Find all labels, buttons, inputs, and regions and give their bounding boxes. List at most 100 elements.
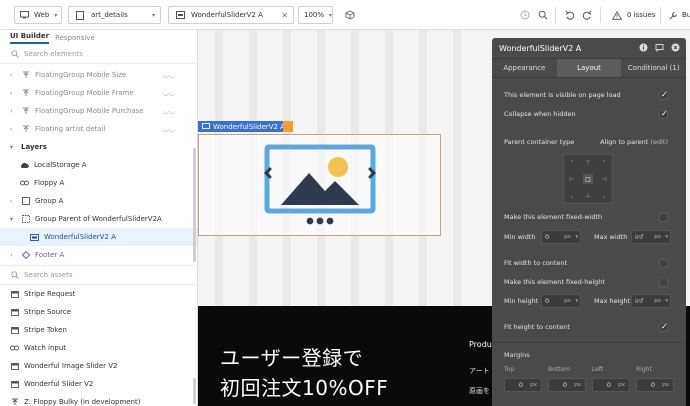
tab-conditional[interactable]: Conditional (1): [621, 59, 686, 77]
page-select[interactable]: art_details ▾: [68, 6, 161, 24]
assets-scrollbar[interactable]: [193, 378, 196, 404]
undo-icon[interactable]: [564, 9, 576, 21]
tree-item[interactable]: › Floating artist detail ◡◡: [0, 120, 197, 138]
asset-label: Stripe Request: [24, 290, 76, 298]
max-width-input[interactable]: inf px ▾: [631, 230, 671, 244]
max-height-input[interactable]: inf px ▾: [631, 294, 671, 308]
property-editor-header[interactable]: WonderfulSliderV2 A: [492, 38, 686, 58]
redo-icon[interactable]: [581, 9, 593, 21]
link-icon: [20, 179, 29, 188]
parent-container-value[interactable]: Align to parent (edit): [600, 138, 668, 146]
tree-item[interactable]: ▾ Group Parent of WonderfulSliderV2A: [0, 210, 197, 228]
elements-scrollbar[interactable]: [193, 148, 196, 262]
tree-item-selected[interactable]: WonderfulSliderV2 A: [0, 228, 197, 246]
asset-item[interactable]: Z: Floppy Bulky (in development): [0, 393, 197, 406]
min-width-input[interactable]: 0 px ▾: [541, 230, 581, 244]
image-placeholder-icon: [263, 144, 377, 225]
margin-right-input[interactable]: 0 px: [636, 378, 674, 392]
margin-left-input[interactable]: 0 px: [592, 378, 630, 392]
align-bottom-icon[interactable]: ⊥: [583, 190, 593, 200]
align-bottom-left-icon[interactable]: ⌞: [567, 190, 577, 200]
chevron-right-icon[interactable]: ›: [10, 108, 16, 115]
search-icon[interactable]: [537, 9, 549, 21]
tree-item[interactable]: › FloatingGroup Mobile Frame ◡◡: [0, 84, 197, 102]
visible-on-load-checkbox[interactable]: [659, 90, 668, 100]
align-top-left-icon[interactable]: ⌜: [567, 158, 577, 168]
tab-appearance[interactable]: Appearance: [492, 59, 557, 77]
floating-group-icon: [10, 398, 19, 406]
asset-item[interactable]: Stripe Token: [0, 321, 197, 339]
lock-badge-icon[interactable]: [283, 121, 293, 132]
hidden-eye-icon[interactable]: ◡◡: [163, 89, 175, 97]
fit-height-checkbox[interactable]: [659, 322, 668, 332]
tree-item-label: FloatingGroup Mobile Frame: [35, 89, 134, 97]
zoom-select[interactable]: 100% ▾: [298, 6, 333, 24]
align-right-icon[interactable]: ⊣: [599, 174, 609, 184]
parent-container-edit-link[interactable]: (edit): [650, 138, 668, 146]
chevron-right-icon[interactable]: ›: [10, 252, 16, 259]
chevron-right-icon[interactable]: ›: [10, 126, 16, 133]
align-bottom-right-icon[interactable]: ⌟: [599, 190, 609, 200]
build-button[interactable]: Bui: [667, 9, 690, 21]
asset-search[interactable]: Search assets: [0, 265, 197, 285]
align-top-right-icon[interactable]: ⌝: [599, 158, 609, 168]
wonderful-slider-element[interactable]: [198, 134, 441, 236]
tree-item-label: Group Parent of WonderfulSliderV2A: [35, 215, 162, 223]
hidden-eye-icon[interactable]: ◡◡: [163, 71, 175, 79]
alignment-picker[interactable]: ⌜ ⊤ ⌝ ⊢ □ ⊣ ⌞ ⊥ ⌟: [563, 154, 613, 204]
info-icon[interactable]: [639, 43, 648, 54]
chevron-right-icon[interactable]: ›: [10, 90, 16, 97]
tab-ui-builder[interactable]: UI Builder: [10, 32, 50, 44]
min-height-input[interactable]: 0 px ▾: [541, 294, 581, 308]
max-width-value: inf: [635, 233, 644, 241]
fixed-height-checkbox[interactable]: [659, 277, 668, 287]
asset-item[interactable]: Watch input: [0, 339, 197, 357]
tree-item[interactable]: › FloatingGroup Mobile Size ◡◡: [0, 66, 197, 84]
margins-row: Margins: [504, 348, 668, 362]
collapse-hidden-label: Collapse when hidden: [504, 110, 576, 118]
asset-item[interactable]: Stripe Request: [0, 285, 197, 303]
chevron-right-icon[interactable]: ›: [10, 72, 16, 79]
hidden-eye-icon[interactable]: ◡◡: [163, 107, 175, 115]
chevron-down-icon[interactable]: ▾: [10, 216, 16, 223]
element-select[interactable]: WonderfulSliderV2 A ✕: [168, 6, 294, 24]
tree-item[interactable]: › FloatingGroup Mobile Purchase ◡◡: [0, 102, 197, 120]
tab-responsive[interactable]: Responsive: [55, 34, 95, 44]
cube-icon[interactable]: [344, 9, 356, 21]
issues-button[interactable]: 0 issues: [611, 9, 655, 21]
asset-item[interactable]: Wonderful Slider V2: [0, 375, 197, 393]
grid-column: [453, 30, 461, 306]
asset-item[interactable]: Wonderful Image Slider V2: [0, 357, 197, 375]
search-icon: [10, 271, 19, 280]
close-icon[interactable]: [671, 43, 680, 54]
divider: [555, 7, 556, 23]
parent-container-type: Align to parent: [600, 138, 649, 146]
tree-item[interactable]: › Footer A: [0, 246, 197, 264]
align-left-icon[interactable]: ⊢: [567, 174, 577, 184]
tree-item[interactable]: LocalStorage A: [0, 156, 197, 174]
fit-width-checkbox[interactable]: [659, 258, 668, 268]
tree-item-label: Group A: [35, 197, 64, 205]
selected-element-label[interactable]: WonderfulSliderV2 A: [198, 121, 289, 132]
margin-top-input[interactable]: 0 px: [504, 378, 542, 392]
align-top-icon[interactable]: ⊤: [583, 158, 593, 168]
close-icon[interactable]: ✕: [281, 11, 288, 20]
clock-icon[interactable]: [519, 9, 531, 21]
tree-item-label: Footer A: [35, 251, 65, 259]
tab-layout[interactable]: Layout: [556, 59, 622, 77]
layers-header[interactable]: ▾ Layers: [0, 138, 197, 156]
platform-select[interactable]: Web ▾: [14, 6, 62, 24]
fixed-width-checkbox[interactable]: [659, 212, 668, 222]
floating-group-icon: [21, 89, 30, 98]
comment-icon[interactable]: [655, 43, 664, 54]
margin-bottom-input[interactable]: 0 px: [548, 378, 586, 392]
tree-item[interactable]: › Group A: [0, 192, 197, 210]
element-search[interactable]: Search elements: [0, 44, 197, 64]
align-center-icon[interactable]: □: [583, 174, 593, 184]
collapse-hidden-checkbox[interactable]: [659, 109, 668, 119]
chevron-down-icon[interactable]: ▾: [10, 144, 16, 151]
chevron-right-icon[interactable]: ›: [10, 198, 16, 205]
asset-item[interactable]: Stripe Source: [0, 303, 197, 321]
tree-item[interactable]: Floppy A: [0, 174, 197, 192]
hidden-eye-icon[interactable]: ◡◡: [163, 125, 175, 133]
